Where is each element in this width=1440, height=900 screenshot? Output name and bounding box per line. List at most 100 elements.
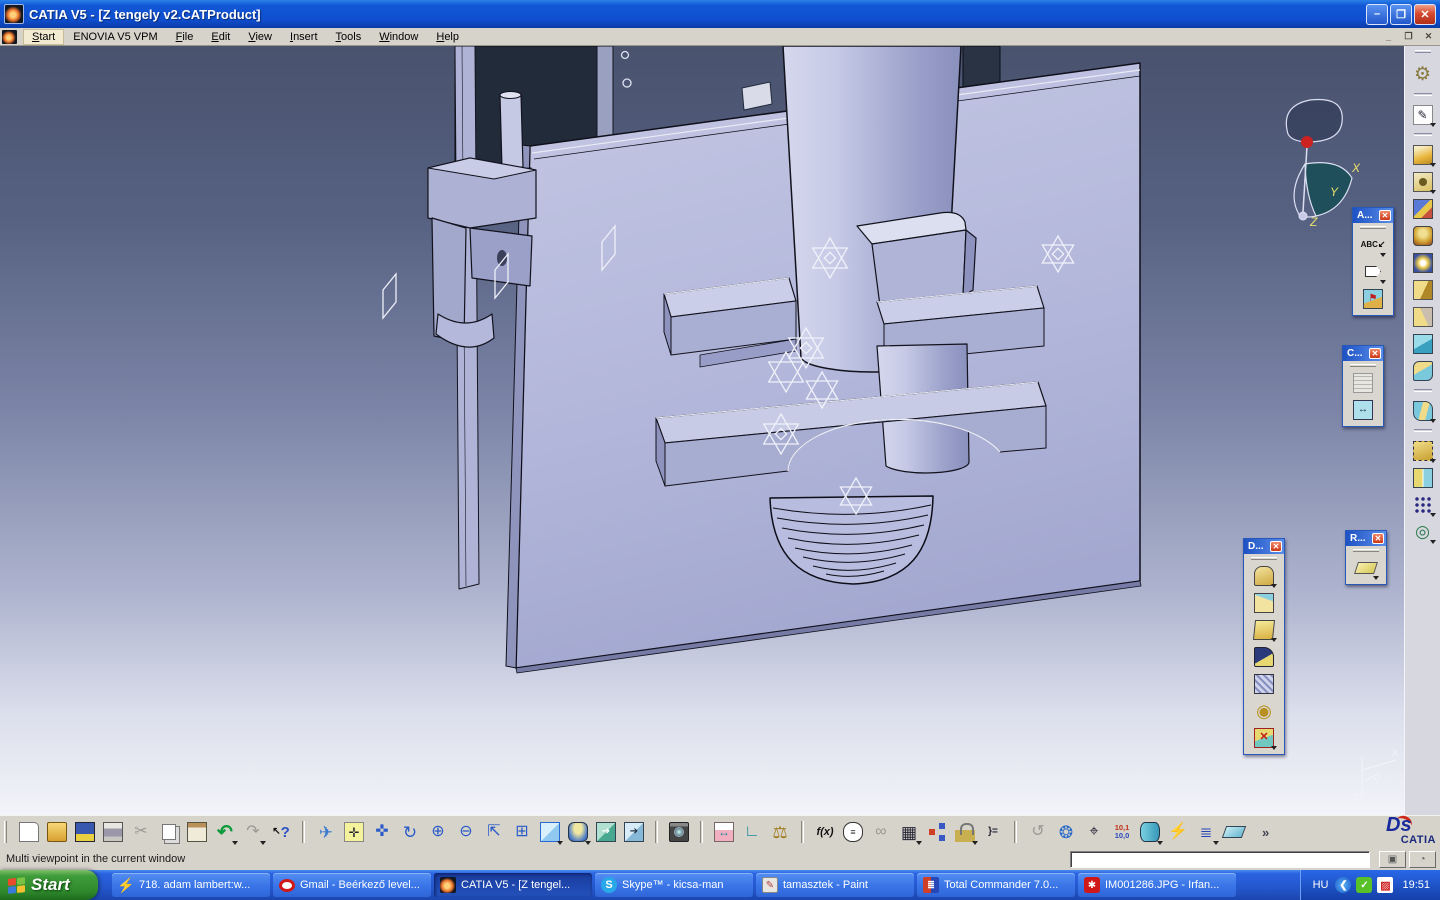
capture-icon[interactable] (665, 819, 693, 846)
dropdown-arrow-icon[interactable] (1380, 253, 1386, 257)
mdi-restore-button[interactable]: ❐ (1400, 30, 1417, 44)
rotate-icon[interactable]: ↻ (396, 819, 424, 846)
dropdown-arrow-icon[interactable] (1380, 280, 1386, 284)
taskbar-task-irfanview[interactable]: ✱IM001286.JPG - Irfan... (1078, 873, 1236, 897)
dropdown-arrow-icon[interactable] (1430, 513, 1436, 517)
close-button[interactable]: ✕ (1414, 4, 1436, 25)
surface-feature-icon[interactable] (1409, 397, 1437, 424)
restore-button[interactable]: ❐ (1390, 4, 1412, 25)
swap-visible-icon[interactable] (620, 819, 648, 846)
whats-this-icon[interactable]: ? (267, 819, 295, 846)
redo-icon[interactable]: ↷ (239, 819, 267, 846)
taskbar-task-winamp[interactable]: ⚡718. adam lambert:w... (112, 873, 270, 897)
toolbar-close-button[interactable]: ✕ (1379, 210, 1391, 221)
dropdown-arrow-icon[interactable] (1430, 190, 1436, 194)
toolbar-grip[interactable] (1350, 364, 1376, 367)
fly-mode-icon[interactable]: ✈ (312, 819, 340, 846)
constraints-dialog-icon[interactable] (1349, 369, 1377, 396)
menu-item-edit[interactable]: Edit (202, 29, 239, 45)
dropdown-arrow-icon[interactable] (1271, 638, 1277, 642)
rib-icon[interactable] (1409, 276, 1437, 303)
toolbar-close-button[interactable]: ✕ (1270, 541, 1282, 552)
dropdown-arrow-icon[interactable] (1430, 540, 1436, 544)
mdi-close-button[interactable]: ✕ (1420, 30, 1437, 44)
pocket-icon[interactable] (1409, 168, 1437, 195)
toolbar-grip[interactable] (1415, 50, 1431, 53)
stiffener-icon[interactable] (1409, 330, 1437, 357)
hide-show-icon[interactable] (592, 819, 620, 846)
sketcher-icon[interactable]: ✎ (1409, 101, 1437, 128)
axis-system-icon[interactable]: ⌖ (1080, 819, 1108, 846)
print-icon[interactable] (99, 819, 127, 846)
toolbar-overflow-chevron[interactable]: » (1262, 825, 1267, 840)
power-input-field[interactable] (1070, 851, 1370, 868)
iso-view-icon[interactable] (536, 819, 564, 846)
dialog-toggle-button[interactable]: ▣ (1379, 851, 1406, 868)
minimize-button[interactable]: – (1366, 4, 1388, 25)
dropdown-arrow-icon[interactable] (1430, 123, 1436, 127)
taskbar-clock[interactable]: 19:51 (1402, 879, 1430, 891)
cut-icon[interactable]: ✂ (127, 819, 155, 846)
taskbar-task-total-commander[interactable]: ≣Total Commander 7.0... (917, 873, 1075, 897)
browser-icon[interactable]: ❂ (1052, 819, 1080, 846)
interrupt-update-icon[interactable]: ⚡ (1164, 819, 1192, 846)
document-system-icon[interactable] (2, 30, 17, 44)
fit-all-in-icon[interactable]: ✛ (340, 819, 368, 846)
dropdown-arrow-icon[interactable] (260, 841, 266, 845)
menu-item-help[interactable]: Help (427, 29, 468, 45)
groove-icon[interactable] (1409, 249, 1437, 276)
keyboard-language-indicator[interactable]: HU (1313, 879, 1329, 891)
undo-icon[interactable]: ↶ (211, 819, 239, 846)
thread-icon[interactable]: ◉ (1250, 697, 1278, 724)
update-icon[interactable]: ⚙ (1409, 61, 1437, 88)
dropdown-arrow-icon[interactable] (1373, 576, 1379, 580)
lock-icon[interactable] (951, 819, 979, 846)
measure-inertia-icon[interactable]: ⚖ (766, 819, 794, 846)
toolbar-grip[interactable] (1353, 549, 1379, 552)
paste-special-icon[interactable]: ↺ (1024, 819, 1052, 846)
dropdown-arrow-icon[interactable] (557, 841, 563, 845)
slot-icon[interactable] (1409, 303, 1437, 330)
taskbar-task-paint[interactable]: ✎tamasztek - Paint (756, 873, 914, 897)
dropdown-arrow-icon[interactable] (916, 841, 922, 845)
copy-icon[interactable] (155, 819, 183, 846)
formula-icon[interactable]: f(x) (811, 819, 839, 846)
annotation-3d-icon[interactable] (1359, 285, 1387, 312)
chamfer-icon[interactable] (1250, 589, 1278, 616)
menu-item-view[interactable]: View (239, 29, 281, 45)
knowledge-toggle-button[interactable]: ◔ (1409, 851, 1436, 868)
model-canvas[interactable]: X Y Z X Y Z (0, 46, 1404, 815)
irfanview-tray-icon[interactable]: ▨ (1377, 877, 1393, 893)
reference-toolbar[interactable]: R...✕ (1345, 530, 1387, 585)
toolbar-grip[interactable] (1360, 226, 1386, 229)
dropdown-arrow-icon[interactable] (232, 841, 238, 845)
menu-item-file[interactable]: File (167, 29, 203, 45)
dropdown-arrow-icon[interactable] (972, 841, 978, 845)
mdi-minimize-button[interactable]: _ (1380, 30, 1397, 44)
structure-list-icon[interactable]: ≣ (1192, 819, 1220, 846)
dropdown-arrow-icon[interactable] (1213, 841, 1219, 845)
measure-item-icon[interactable]: ∟ (738, 819, 766, 846)
dropdown-arrow-icon[interactable] (1430, 459, 1436, 463)
pan-icon[interactable]: ✜ (368, 819, 396, 846)
scale-icon[interactable]: ◎ (1409, 518, 1437, 545)
dressup-toolbar[interactable]: D...✕◉ (1243, 538, 1285, 755)
catia-app-icon[interactable] (4, 4, 24, 24)
plane-icon[interactable] (1352, 554, 1380, 581)
annotations-toolbar[interactable]: A...✕ABC (1352, 207, 1394, 316)
paste-icon[interactable] (183, 819, 211, 846)
menu-item-start[interactable]: Start (23, 29, 64, 45)
loft-icon[interactable] (1409, 357, 1437, 384)
draft-icon[interactable] (1250, 616, 1278, 643)
viewport-3d[interactable]: X Y Z X Y Z A...✕ABCC...✕D...✕◉R...✕ (0, 46, 1404, 815)
knowledge-template-icon[interactable] (923, 819, 951, 846)
text-with-leader-icon[interactable]: ABC (1359, 231, 1387, 258)
pattern-icon[interactable] (1409, 491, 1437, 518)
flag-note-icon[interactable] (1359, 258, 1387, 285)
multi-pad-icon[interactable] (1409, 195, 1437, 222)
dropdown-arrow-icon[interactable] (1430, 163, 1436, 167)
taskbar-task-skype[interactable]: SSkype™ - kicsa-man (595, 873, 753, 897)
measure-between-icon[interactable]: ↔ (710, 819, 738, 846)
transformation-icon[interactable] (1409, 437, 1437, 464)
menu-item-insert[interactable]: Insert (281, 29, 327, 45)
